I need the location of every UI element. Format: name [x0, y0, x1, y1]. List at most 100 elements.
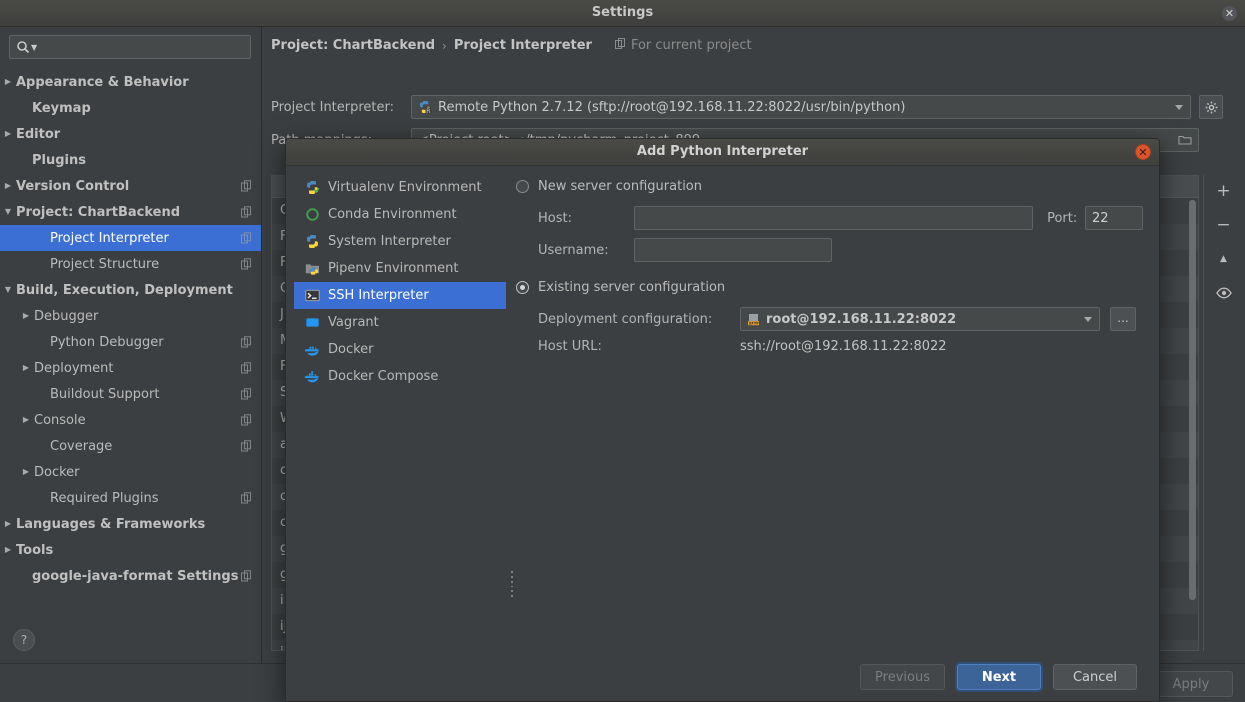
- search-dropdown-icon[interactable]: ▼: [31, 43, 37, 52]
- interpreter-settings-gear-button[interactable]: [1199, 95, 1223, 119]
- docker-icon: [304, 343, 320, 357]
- svg-text:R: R: [426, 108, 430, 114]
- search-icon: [16, 40, 30, 54]
- python-icon: [304, 234, 320, 249]
- env-type-vagrant[interactable]: Vagrant: [294, 309, 506, 336]
- sidebar-item-label: Debugger: [34, 308, 99, 324]
- folder-icon[interactable]: [1178, 133, 1192, 150]
- chevron-right-icon[interactable]: ▶: [0, 130, 16, 138]
- sidebar-item-project-interpreter[interactable]: Project Interpreter: [0, 225, 261, 251]
- sidebar-item-version-control[interactable]: ▶ Version Control: [0, 173, 261, 199]
- dialog-close-button[interactable]: ✕: [1135, 144, 1151, 160]
- port-input[interactable]: [1084, 206, 1143, 230]
- copy-settings-icon: [241, 414, 253, 426]
- env-type-label: System Interpreter: [328, 234, 451, 249]
- sidebar-item-console[interactable]: ▶ Console: [0, 407, 261, 433]
- help-button[interactable]: ?: [13, 629, 35, 651]
- sidebar-item-label: Console: [34, 412, 86, 428]
- next-button[interactable]: Next: [957, 664, 1041, 690]
- sidebar-item-languages-frameworks[interactable]: ▶ Languages & Frameworks: [0, 511, 261, 537]
- settings-sidebar: ▼ ▶ Appearance & Behavior Keymap ▶ Editor Plu…: [0, 27, 262, 663]
- sidebar-item-buildout-support[interactable]: Buildout Support: [0, 381, 261, 407]
- sidebar-item-debugger[interactable]: ▶ Debugger: [0, 303, 261, 329]
- chevron-right-icon[interactable]: ▶: [18, 468, 34, 476]
- env-type-system-interpreter[interactable]: System Interpreter: [294, 228, 506, 255]
- copy-settings-icon: [241, 206, 253, 218]
- chevron-right-icon[interactable]: ▶: [0, 520, 16, 528]
- sidebar-item-project-chartbackend[interactable]: ▼ Project: ChartBackend: [0, 199, 261, 225]
- previous-button[interactable]: Previous: [860, 664, 945, 690]
- new-server-radio-label: New server configuration: [538, 178, 703, 194]
- chevron-down-icon[interactable]: [1175, 105, 1183, 110]
- sidebar-item-required-plugins[interactable]: Required Plugins: [0, 485, 261, 511]
- chevron-right-icon[interactable]: ▶: [0, 78, 16, 86]
- sidebar-item-label: Plugins: [32, 152, 86, 168]
- deployment-configuration-dropdown[interactable]: SFTP root@192.168.11.22:8022: [740, 307, 1100, 331]
- python-remote-icon: R: [418, 100, 432, 114]
- breadcrumb-page: Project Interpreter: [453, 38, 592, 53]
- username-input[interactable]: [634, 238, 832, 262]
- sidebar-item-keymap[interactable]: Keymap: [0, 95, 261, 121]
- packages-toolbar: + − ▲: [1203, 175, 1243, 651]
- env-type-pipenv-environment[interactable]: Pipenv Environment: [294, 255, 506, 282]
- new-server-radio[interactable]: [516, 179, 529, 193]
- chevron-right-icon[interactable]: ▶: [0, 546, 16, 554]
- existing-server-radio[interactable]: [516, 280, 529, 294]
- env-type-docker[interactable]: Docker: [294, 336, 506, 363]
- svg-text:SFTP: SFTP: [749, 321, 759, 325]
- new-server-radio-row[interactable]: New server configuration: [516, 174, 1143, 198]
- window-close-button[interactable]: ✕: [1222, 6, 1237, 21]
- sidebar-item-build-execution-deployment[interactable]: ▼ Build, Execution, Deployment: [0, 277, 261, 303]
- sidebar-item-docker[interactable]: ▶ Docker: [0, 459, 261, 485]
- breadcrumb-project[interactable]: Project: ChartBackend: [271, 38, 435, 53]
- upgrade-package-icon[interactable]: ▲: [1214, 249, 1234, 269]
- eye-icon[interactable]: [1214, 283, 1234, 303]
- deployment-browse-button[interactable]: ...: [1110, 307, 1136, 331]
- sidebar-item-tools[interactable]: ▶ Tools: [0, 537, 261, 563]
- sidebar-item-label: Languages & Frameworks: [16, 516, 206, 532]
- copy-settings-icon: [241, 336, 253, 348]
- breadcrumb: Project: ChartBackend › Project Interpre…: [271, 38, 752, 53]
- chevron-right-icon[interactable]: ▶: [0, 182, 16, 190]
- env-type-label: Docker Compose: [328, 369, 439, 384]
- env-type-label: Pipenv Environment: [328, 261, 459, 276]
- docker-compose-icon: [304, 370, 320, 384]
- search-input[interactable]: ▼: [9, 35, 251, 59]
- project-interpreter-label: Project Interpreter:: [271, 99, 395, 115]
- sidebar-item-project-structure[interactable]: Project Structure: [0, 251, 261, 277]
- host-input[interactable]: [633, 206, 1034, 230]
- chevron-down-icon[interactable]: ▼: [0, 208, 16, 216]
- copy-settings-icon: [241, 362, 253, 374]
- sidebar-item-plugins[interactable]: Plugins: [0, 147, 261, 173]
- remove-package-icon[interactable]: −: [1214, 215, 1234, 235]
- sidebar-item-editor[interactable]: ▶ Editor: [0, 121, 261, 147]
- chevron-down-icon[interactable]: [1084, 317, 1092, 322]
- env-type-label: Docker: [328, 342, 374, 357]
- sidebar-item-coverage[interactable]: Coverage: [0, 433, 261, 459]
- chevron-down-icon[interactable]: ▼: [0, 286, 16, 294]
- sidebar-item-python-debugger[interactable]: Python Debugger: [0, 329, 261, 355]
- add-package-icon[interactable]: +: [1214, 181, 1234, 201]
- chevron-right-icon[interactable]: ▶: [18, 364, 34, 372]
- sidebar-item-label: Deployment: [34, 360, 114, 376]
- deployment-configuration-label: Deployment configuration:: [538, 311, 713, 327]
- chevron-right-icon[interactable]: ▶: [18, 416, 34, 424]
- apply-button[interactable]: Apply: [1149, 671, 1233, 697]
- dialog-splitter-handle[interactable]: [508, 571, 516, 597]
- sidebar-item-appearance-behavior[interactable]: ▶ Appearance & Behavior: [0, 69, 261, 95]
- sidebar-item-label: Build, Execution, Deployment: [16, 282, 233, 298]
- chevron-right-icon[interactable]: ▶: [18, 312, 34, 320]
- existing-server-radio-row[interactable]: Existing server configuration: [516, 275, 1143, 299]
- env-type-ssh-interpreter[interactable]: SSH Interpreter: [294, 282, 506, 309]
- project-interpreter-dropdown[interactable]: R Remote Python 2.7.12 (sftp://root@192.…: [411, 95, 1191, 119]
- sidebar-item-label: Project: ChartBackend: [16, 204, 181, 220]
- env-type-docker-compose[interactable]: Docker Compose: [294, 363, 506, 390]
- cancel-button[interactable]: Cancel: [1053, 664, 1137, 690]
- sidebar-item-deployment[interactable]: ▶ Deployment: [0, 355, 261, 381]
- env-type-conda-environment[interactable]: Conda Environment: [294, 201, 506, 228]
- packages-scrollbar[interactable]: [1189, 200, 1196, 600]
- sidebar-item-google-java-format-settings[interactable]: google-java-format Settings: [0, 563, 261, 589]
- env-type-virtualenv-environment[interactable]: Virtualenv Environment: [294, 174, 506, 201]
- copy-settings-icon: [241, 232, 253, 244]
- sidebar-item-label: Version Control: [16, 178, 130, 194]
